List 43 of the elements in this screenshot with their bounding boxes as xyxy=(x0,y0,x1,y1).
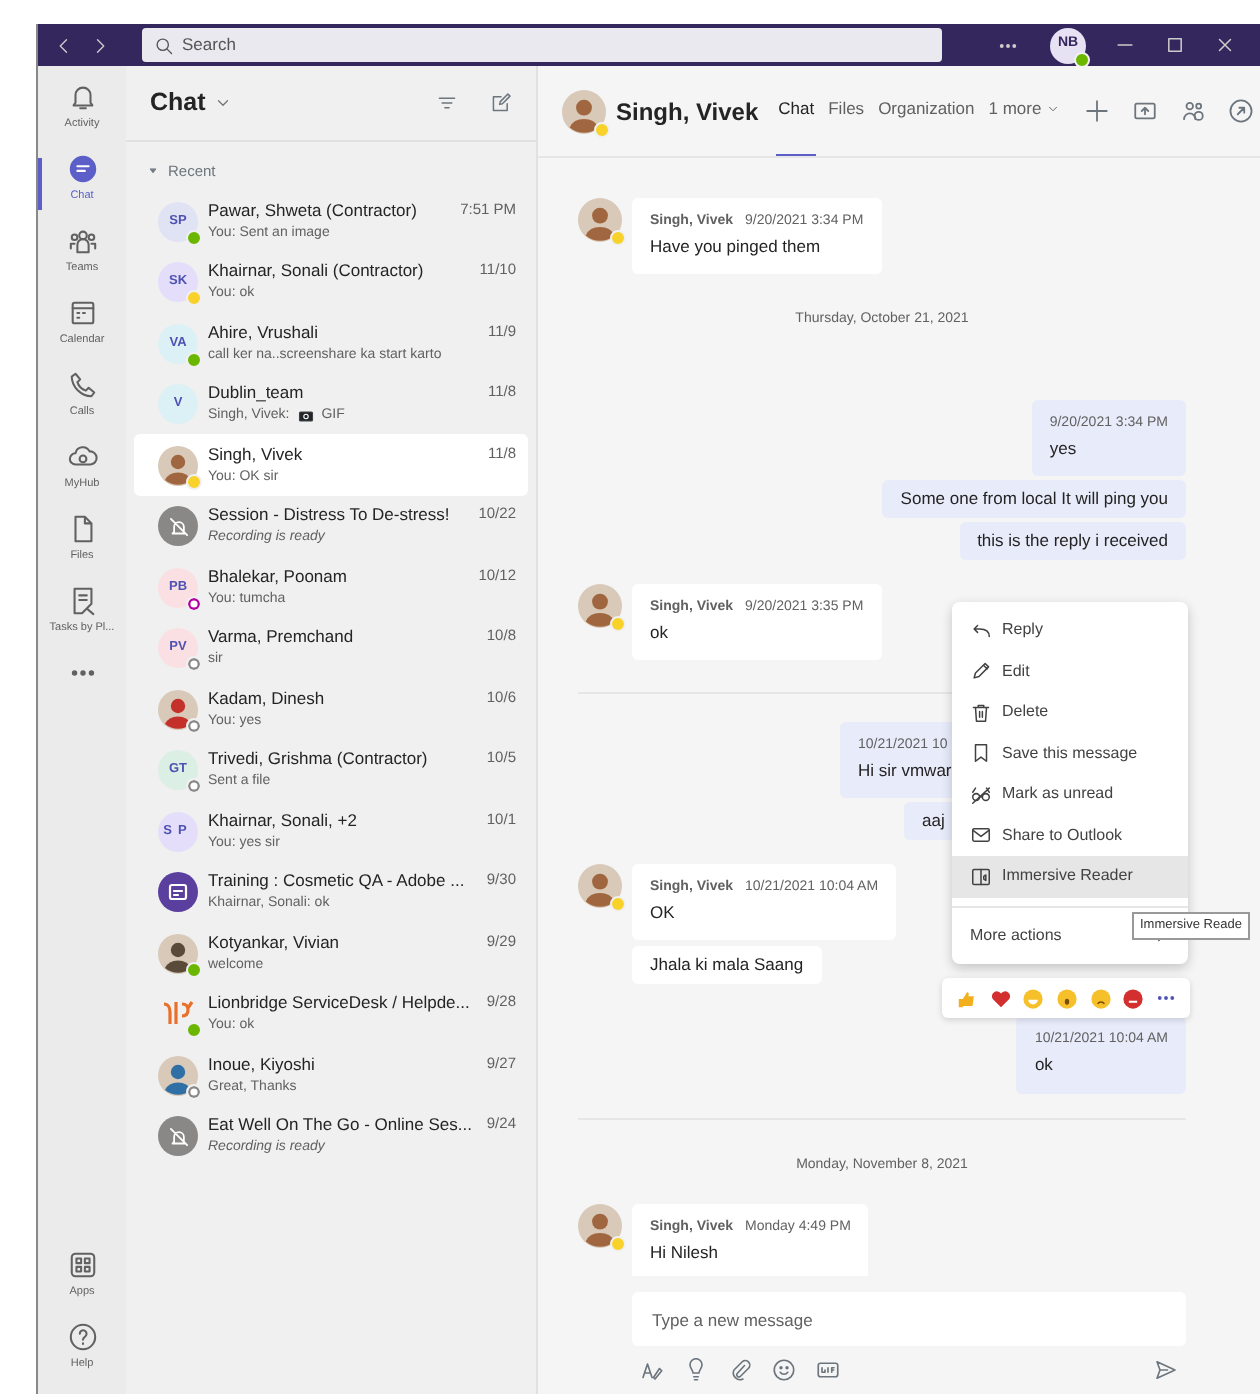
message-text: ok xyxy=(1034,1054,1053,1078)
contact-name: Pawar, Shweta (Contractor) xyxy=(208,197,417,224)
contact-name: Singh, Vivek xyxy=(616,95,759,129)
contact-name: Bhalekar, Poonam xyxy=(208,563,347,590)
contact-name: Khairnar, Sonali (Contractor) xyxy=(208,258,424,285)
contact-name: Inoue, Kiyoshi xyxy=(208,1051,315,1078)
contact-name: Kadam, Dinesh xyxy=(208,685,325,712)
message-text: ok xyxy=(650,621,668,645)
contact-name: Training : Cosmetic QA - Adobe ... xyxy=(208,868,465,895)
message-text: OK xyxy=(650,902,675,925)
contact-name: Trivedi, Grishma (Contractor) xyxy=(208,746,428,773)
tab[interactable]: Organization xyxy=(876,66,977,156)
menu-item[interactable]: Save this message xyxy=(952,733,1188,774)
contact-name: Session - Distress To De-stress! xyxy=(208,502,450,529)
menu-item[interactable]: Delete xyxy=(952,692,1188,733)
message-input[interactable]: Type a new message xyxy=(632,1292,1186,1346)
message-text: Jhala ki mala Saang xyxy=(650,954,804,977)
tab[interactable]: Chat xyxy=(776,66,817,156)
message-text: yes xyxy=(1049,437,1077,460)
message-text: Hi sir vmwar xyxy=(858,760,952,783)
message-text: Have you pinged them xyxy=(650,236,821,259)
tab[interactable]: 1 more xyxy=(986,66,1062,156)
contact-name: Dublin_team xyxy=(208,380,304,407)
search-field[interactable]: Search xyxy=(142,28,942,62)
menu-item[interactable]: Mark as unread xyxy=(952,774,1188,815)
contact-name: Singh, Vivek xyxy=(208,441,303,468)
menu-item[interactable]: Share to Outlook xyxy=(952,815,1188,856)
list-title: Chat xyxy=(150,86,206,121)
message-text: this is the reply i received xyxy=(977,529,1168,552)
search-placeholder: Search xyxy=(182,32,236,58)
menu-item[interactable]: Edit xyxy=(952,651,1188,692)
contact-name: Khairnar, Sonali, +2 xyxy=(208,807,357,834)
contact-name: Lionbridge ServiceDesk / Helpde... xyxy=(208,990,470,1017)
message-text: Some one from local It will ping you xyxy=(900,487,1168,510)
contact-name: Kotyankar, Vivian xyxy=(208,929,340,956)
menu-item[interactable]: Immersive Reader xyxy=(952,856,1188,897)
tab[interactable]: Files xyxy=(826,66,867,156)
message-text: aaj xyxy=(922,810,945,833)
contact-name: Varma, Premchand xyxy=(208,624,354,651)
message-text: Hi Nilesh xyxy=(650,1242,719,1265)
contact-name: Eat Well On The Go - Online Ses... xyxy=(208,1112,472,1139)
menu-item[interactable]: Reply xyxy=(952,610,1188,651)
contact-name: Ahire, Vrushali xyxy=(208,319,318,346)
